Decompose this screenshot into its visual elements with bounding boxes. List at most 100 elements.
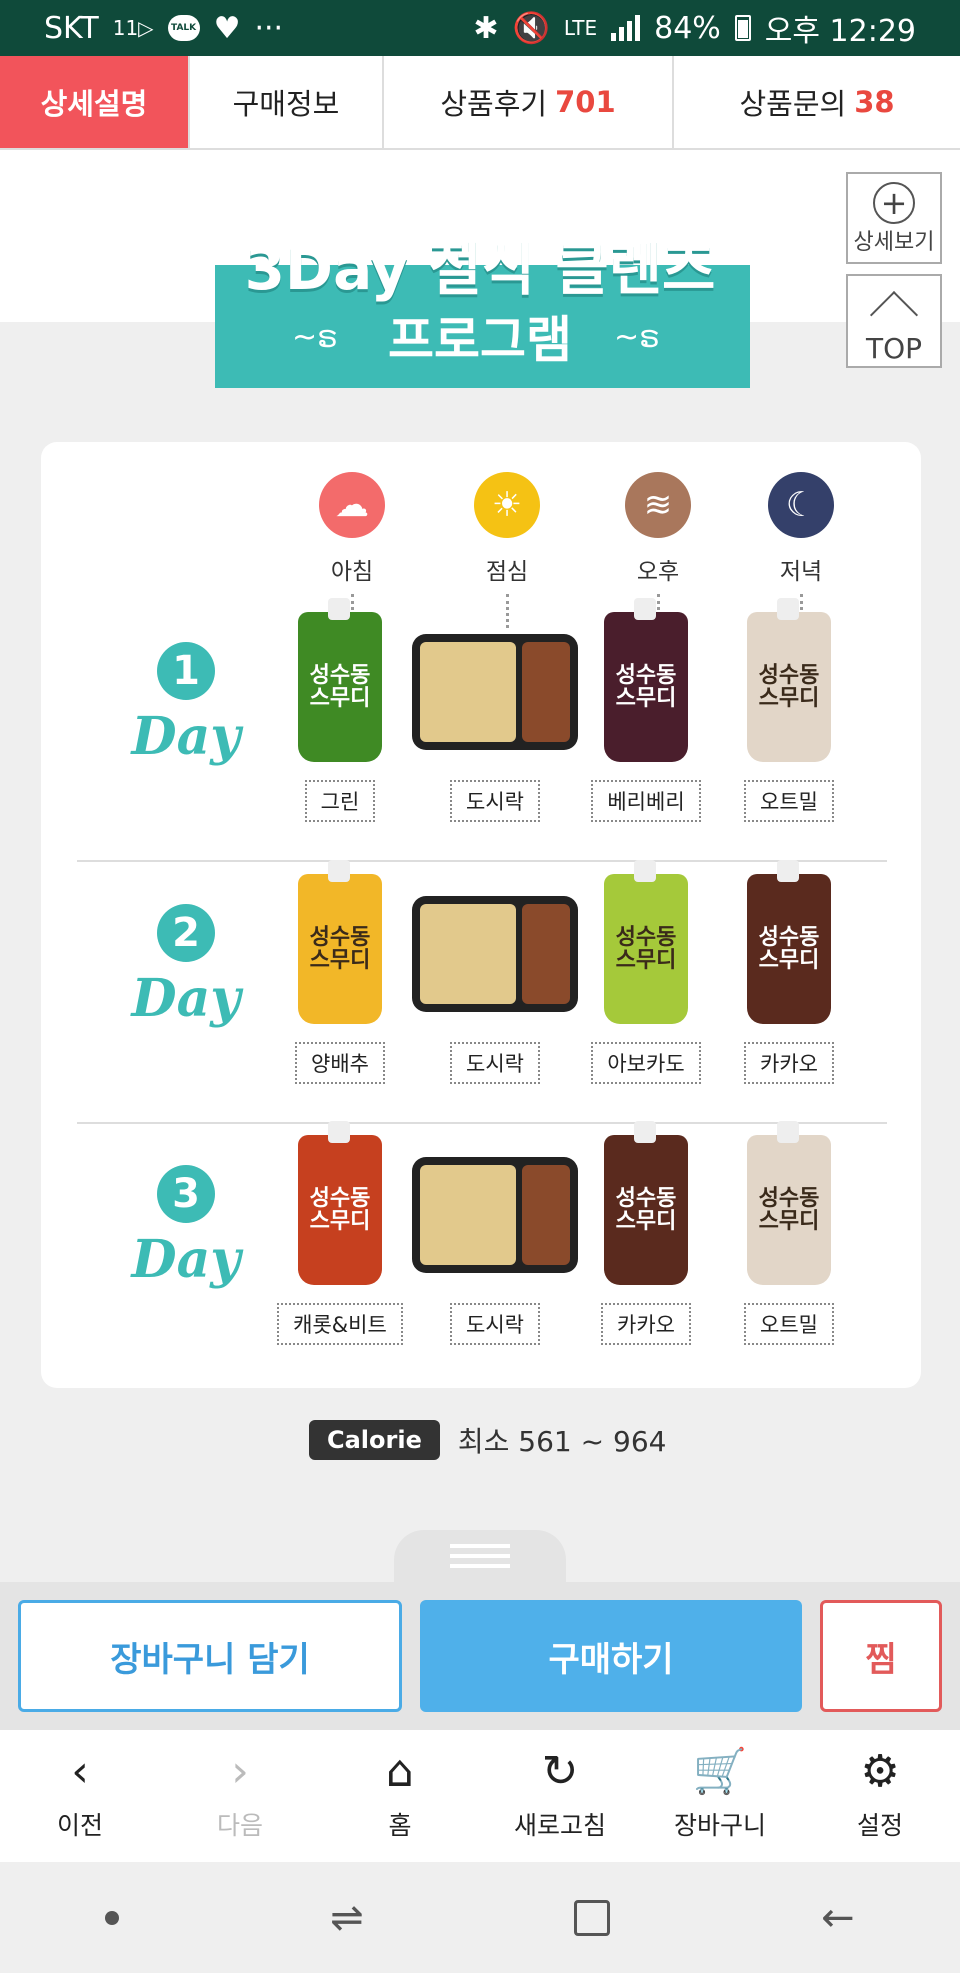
meal-item-label: 도시락 bbox=[450, 1042, 540, 1084]
carrier-sub-label: 11▷ bbox=[112, 16, 154, 40]
lunchbox-image bbox=[412, 896, 578, 1012]
nav-label: 홈 bbox=[388, 1811, 412, 1840]
smoothie-pouch-image: 성수동 스무디 bbox=[604, 1121, 688, 1285]
lunchbox-side bbox=[522, 642, 570, 742]
time-label: 오후 bbox=[636, 559, 680, 585]
tab-purchase-info[interactable]: 구매정보 bbox=[190, 56, 384, 148]
nav-item-home[interactable]: ⌂ 홈 bbox=[320, 1730, 480, 1862]
day-badge: 3 Day bbox=[126, 1165, 246, 1290]
tab-description[interactable]: 상세설명 bbox=[0, 56, 190, 148]
day-divider bbox=[77, 860, 887, 862]
plus-icon: + bbox=[873, 182, 915, 224]
schedule-card: ☁ 아침 ☀ 점심 ≋ 오후 ☾ 저녁 1 Day 성수동 스무디 그린 도시락 성수동 … bbox=[41, 442, 921, 1388]
nav-item-chevron-right[interactable]: › 다음 bbox=[160, 1730, 320, 1862]
detail-view-label: 상세보기 bbox=[853, 230, 935, 255]
network-type: LTE bbox=[563, 16, 598, 40]
detail-view-button[interactable]: + 상세보기 bbox=[846, 172, 942, 264]
tab-reviews[interactable]: 상품후기 701 bbox=[384, 56, 674, 148]
nav-label: 장바구니 bbox=[673, 1811, 766, 1840]
pouch-brand-text: 성수동 스무디 bbox=[309, 662, 371, 711]
meal-item: 성수동 스무디베리베리 bbox=[566, 598, 726, 822]
sun-icon: ☀ bbox=[474, 472, 540, 538]
meal-item-label: 오트밀 bbox=[744, 780, 834, 822]
nav-item-gear[interactable]: ⚙ 설정 bbox=[800, 1730, 960, 1862]
pouch-brand-text: 성수동 스무디 bbox=[309, 924, 371, 973]
meal-item: 도시락 bbox=[412, 1135, 578, 1345]
smoothie-pouch-image: 성수동 스무디 bbox=[298, 598, 382, 762]
smoothie-pouch-image: 성수동 스무디 bbox=[298, 860, 382, 1024]
calorie-info: Calorie 최소 561 ~ 964 bbox=[309, 1420, 666, 1460]
meal-item: 도시락 bbox=[412, 874, 578, 1084]
home-square-icon[interactable] bbox=[574, 1899, 611, 1936]
day-number: 3 bbox=[157, 1165, 215, 1223]
drawer-handle[interactable] bbox=[394, 1530, 566, 1582]
nav-item-refresh[interactable]: ↻ 새로고침 bbox=[480, 1730, 640, 1862]
tab-label: 상품후기 bbox=[440, 87, 548, 121]
meal-item-label: 오트밀 bbox=[744, 1303, 834, 1345]
meal-item-label: 아보카도 bbox=[591, 1042, 701, 1084]
day-row: 1 Day 성수동 스무디 그린 도시락 성수동 스무디 베리베리 성수동 스무디 오트밀 bbox=[41, 598, 921, 872]
swirl-left-icon: ~ຣ bbox=[292, 320, 338, 355]
tab-label: 상세설명 bbox=[40, 87, 148, 121]
purchase-action-bar: 장바구니 담기 구매하기 찜 bbox=[0, 1582, 960, 1730]
pouch-brand-text: 성수동 스무디 bbox=[615, 662, 677, 711]
nav-label: 설정 bbox=[856, 1811, 903, 1840]
day-word: Day bbox=[131, 706, 241, 767]
lunchbox-rice bbox=[420, 1165, 516, 1265]
banner-subtitle: 프로그램 bbox=[388, 311, 572, 369]
lunchbox-rice bbox=[420, 642, 516, 742]
wishlist-button[interactable]: 찜 bbox=[820, 1600, 942, 1712]
tab-inquiries[interactable]: 상품문의 38 bbox=[674, 56, 960, 148]
nav-item-cart[interactable]: 🛒 장바구니 bbox=[640, 1730, 800, 1862]
nav-label: 새로고침 bbox=[513, 1811, 606, 1840]
day-badge: 1 Day bbox=[126, 642, 246, 767]
cart-icon: 🛒 bbox=[692, 1746, 748, 1797]
system-navigation-bar: ⇌ ← bbox=[0, 1862, 960, 1973]
product-detail-content: 3Day 절식 클렌즈 프로그램 ~ຣ ~ຣ + 상세보기 TOP ☁ 아침 ☀… bbox=[0, 150, 960, 1732]
battery-icon bbox=[734, 15, 751, 41]
pouch-brand-text: 성수동 스무디 bbox=[758, 924, 820, 973]
time-column-lunch: ☀ 점심 bbox=[452, 472, 562, 628]
day-badge: 2 Day bbox=[126, 904, 246, 1029]
recent-apps-icon[interactable]: ⇌ bbox=[330, 1895, 364, 1941]
day-row: 3 Day 성수동 스무디 캐롯&비트 도시락 성수동 스무디 카카오 성수동 스무디 오트밀 bbox=[41, 1121, 921, 1395]
signal-icon bbox=[611, 15, 641, 41]
meal-item-label: 베리베리 bbox=[591, 780, 701, 822]
day-number: 2 bbox=[157, 904, 215, 962]
dot-icon[interactable] bbox=[105, 1910, 120, 1925]
back-arrow-icon[interactable]: ← bbox=[821, 1895, 855, 1941]
add-to-cart-button[interactable]: 장바구니 담기 bbox=[18, 1600, 402, 1712]
status-bar: SKT 11▷ TALK ♥ ··· ✱ 🔇 LTE 84% 오후 12:29 bbox=[0, 0, 960, 56]
pouch-brand-text: 성수동 스무디 bbox=[758, 1185, 820, 1234]
calorie-badge: Calorie bbox=[309, 1420, 440, 1460]
review-count: 701 bbox=[555, 85, 616, 119]
lunchbox-side bbox=[522, 904, 570, 1004]
meal-item-label: 카카오 bbox=[744, 1042, 834, 1084]
scroll-top-button[interactable]: TOP bbox=[846, 274, 942, 368]
pouch-brand-text: 성수동 스무디 bbox=[758, 662, 820, 711]
smoothie-pouch-image: 성수동 스무디 bbox=[747, 1121, 831, 1285]
meal-item: 성수동 스무디 그린 bbox=[260, 598, 420, 822]
handle-line bbox=[450, 1554, 510, 1558]
battery-percent: 84% bbox=[654, 10, 721, 46]
buy-now-button[interactable]: 구매하기 bbox=[420, 1600, 802, 1712]
banner-title: 3Day 절식 클렌즈 bbox=[244, 235, 716, 303]
day-row: 2 Day 성수동 스무디양배추 도시락 성수동 스무디 아보카도 성수동 스무디카카오 bbox=[41, 860, 921, 1134]
moon-icon: ☾ bbox=[768, 472, 834, 538]
meal-item: 성수동 스무디 카카오 bbox=[566, 1121, 726, 1345]
calorie-range: 최소 561 ~ 964 bbox=[457, 1425, 667, 1458]
clock: 오후 12:29 bbox=[764, 14, 916, 49]
chevron-right-icon: › bbox=[231, 1746, 249, 1797]
lunchbox-image bbox=[412, 1157, 578, 1273]
handle-line bbox=[450, 1544, 510, 1548]
time-column-afternoon: ≋ 오후 bbox=[603, 472, 713, 628]
meal-item: 성수동 스무디 아보카도 bbox=[566, 860, 726, 1084]
refresh-icon: ↻ bbox=[541, 1746, 579, 1797]
day-number: 1 bbox=[157, 642, 215, 700]
bluetooth-icon: ✱ bbox=[473, 10, 499, 46]
nav-label: 이전 bbox=[56, 1811, 103, 1840]
meal-item-label: 양배추 bbox=[295, 1042, 385, 1084]
meal-item-label: 도시락 bbox=[450, 780, 540, 822]
nav-item-chevron-left[interactable]: ‹ 이전 bbox=[0, 1730, 160, 1862]
smoothie-pouch-image: 성수동 스무디 bbox=[747, 598, 831, 762]
